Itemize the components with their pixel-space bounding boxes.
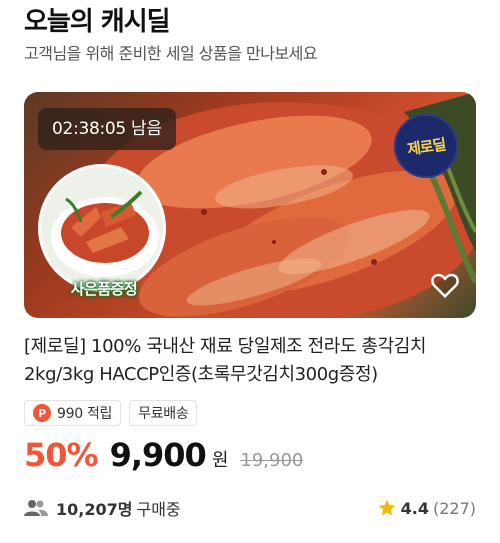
free-shipping-tag: 무료배송 bbox=[129, 400, 198, 426]
buyer-count-value: 10,207명 bbox=[56, 500, 133, 519]
section-header: 오늘의 캐시딜 고객님을 위해 준비한 세일 상품을 만나보세요 bbox=[24, 4, 476, 66]
shipping-label: 무료배송 bbox=[138, 406, 189, 422]
buyer-count-suffix: 구매중 bbox=[136, 500, 181, 519]
section-title: 오늘의 캐시딜 bbox=[24, 7, 171, 37]
original-price: 19,900 bbox=[240, 450, 304, 471]
points-label: 990 적립 bbox=[57, 406, 113, 422]
product-image[interactable]: 02:38:05 남음 제로딜 사은품증정 bbox=[24, 92, 476, 318]
section-subtitle: 고객님을 위해 준비한 세일 상품을 만나보세요 bbox=[24, 44, 318, 63]
star-icon bbox=[378, 499, 395, 516]
discount-rate: 50% bbox=[24, 436, 99, 474]
rating[interactable]: 4.4 (227) bbox=[377, 498, 476, 518]
gift-label: 사은품증정 bbox=[70, 280, 138, 298]
people-icon bbox=[24, 500, 48, 516]
countdown-timer: 02:38:05 남음 bbox=[38, 108, 176, 150]
points-tag: P 990 적립 bbox=[24, 400, 122, 426]
gift-kimchi-photo bbox=[51, 190, 159, 277]
zero-deal-badge: 제로딜 bbox=[394, 114, 458, 178]
sale-price: 9,900 bbox=[109, 436, 207, 474]
currency-unit: 원 bbox=[211, 450, 229, 471]
benefit-tags: P 990 적립 무료배송 bbox=[24, 400, 198, 426]
gift-image bbox=[38, 164, 166, 292]
wishlist-button[interactable] bbox=[428, 268, 462, 302]
rating-score: 4.4 bbox=[400, 498, 429, 518]
buyer-count: 10,207명 구매중 bbox=[24, 496, 181, 520]
price-row: 50% 9,900 원 19,900 bbox=[24, 436, 303, 488]
point-icon: P bbox=[33, 404, 51, 422]
product-name[interactable]: [제로딜] 100% 국내산 재료 당일제조 전라도 총각김치 2kg/3kg … bbox=[24, 333, 476, 389]
review-count: (227) bbox=[432, 498, 476, 518]
zero-deal-badge-text: 제로딜 bbox=[405, 134, 447, 159]
heart-icon bbox=[431, 273, 459, 299]
product-stats: 10,207명 구매중 4.4 (227) bbox=[24, 494, 476, 522]
